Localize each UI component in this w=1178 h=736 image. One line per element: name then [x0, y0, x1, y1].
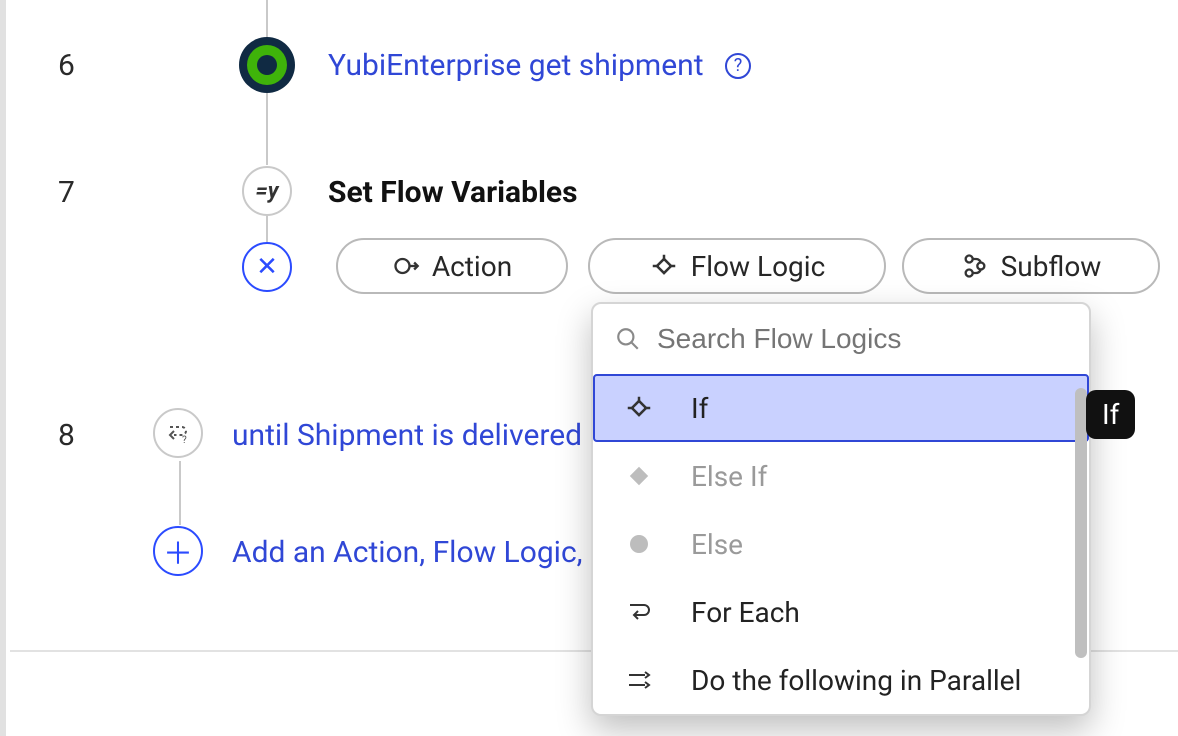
- subflow-button[interactable]: Subflow: [902, 238, 1160, 294]
- menu-item-parallel[interactable]: Do the following in Parallel: [593, 646, 1089, 714]
- step-number-7: 7: [58, 175, 75, 210]
- action-button[interactable]: Action: [336, 238, 568, 294]
- branch-icon: [621, 390, 657, 426]
- action-button-label: Action: [432, 250, 512, 283]
- subflow-icon: [961, 252, 989, 280]
- menu-item-if-label: If: [691, 392, 708, 425]
- flow-logic-button-label: Flow Logic: [691, 250, 825, 283]
- search-input[interactable]: [655, 322, 1067, 356]
- flow-logic-menu: If Else If Else For Each: [593, 374, 1089, 714]
- parallel-icon: [621, 662, 657, 698]
- add-step-button[interactable]: ＋: [153, 526, 203, 576]
- menu-item-elseif-label: Else If: [691, 460, 767, 493]
- circle-icon: [621, 526, 657, 562]
- menu-item-else-label: Else: [691, 528, 743, 561]
- flow-logic-icon: [649, 251, 679, 281]
- help-icon[interactable]: ?: [725, 53, 751, 79]
- step-7-label[interactable]: Set Flow Variables: [328, 175, 578, 210]
- close-insert-button[interactable]: ✕: [242, 242, 292, 292]
- diamond-icon: [621, 458, 657, 494]
- menu-item-if[interactable]: If: [593, 374, 1089, 442]
- menu-item-foreach-label: For Each: [691, 596, 800, 629]
- action-icon: [392, 252, 420, 280]
- flow-logic-dropdown: If Else If Else For Each: [591, 302, 1091, 716]
- menu-item-elseif: Else If: [593, 442, 1089, 510]
- menu-item-else: Else: [593, 510, 1089, 578]
- tooltip-if: If: [1086, 390, 1135, 439]
- yubi-node-icon[interactable]: [239, 37, 295, 93]
- flow-logic-button[interactable]: Flow Logic: [588, 238, 886, 294]
- search-row: [593, 304, 1089, 374]
- subflow-button-label: Subflow: [1001, 250, 1102, 283]
- step-number-6: 6: [58, 48, 75, 83]
- step-6-text: YubiEnterprise get shipment: [328, 48, 704, 83]
- svg-text:?: ?: [182, 435, 187, 445]
- set-var-node-icon[interactable]: =y: [242, 166, 292, 216]
- menu-item-parallel-label: Do the following in Parallel: [691, 664, 1021, 697]
- step-number-8: 8: [58, 418, 75, 453]
- loop-icon: [621, 594, 657, 630]
- step-8-label[interactable]: until Shipment is delivered: [232, 418, 582, 453]
- search-icon: [615, 326, 641, 352]
- loop-node-icon[interactable]: ?: [153, 408, 203, 458]
- step-6-label[interactable]: YubiEnterprise get shipment ?: [328, 48, 751, 83]
- menu-item-foreach[interactable]: For Each: [593, 578, 1089, 646]
